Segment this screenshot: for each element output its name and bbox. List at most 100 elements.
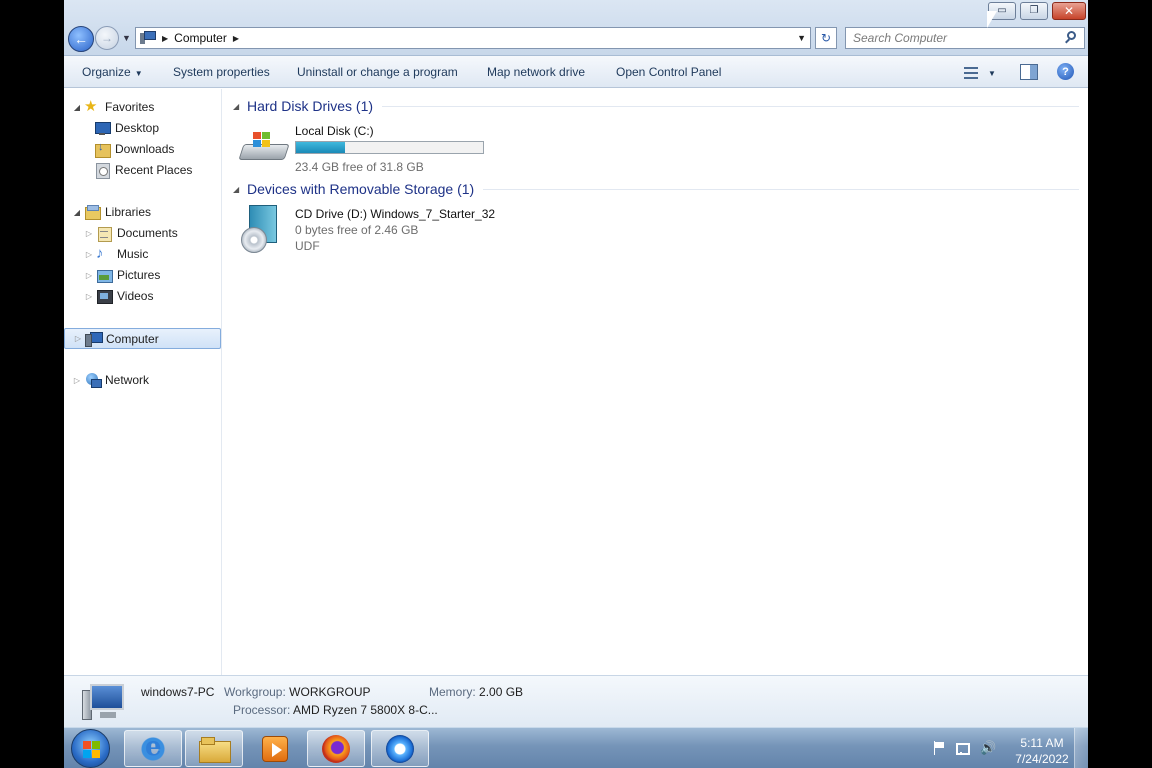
group-header-removable-storage[interactable]: ◢ Devices with Removable Storage (1)	[233, 179, 1079, 199]
documents-icon	[96, 225, 112, 242]
expand-arrow-icon[interactable]: ▷	[84, 271, 94, 280]
nav-favorites[interactable]: ◢ ★ Favorites	[72, 97, 154, 117]
breadcrumb-chevron-icon[interactable]: ▶	[233, 34, 239, 43]
detail-label: Processor:	[233, 703, 291, 717]
expand-arrow-icon[interactable]: ▷	[73, 334, 83, 343]
start-button[interactable]	[71, 729, 110, 768]
search-box[interactable]	[845, 27, 1085, 49]
group-header-hard-disk-drives[interactable]: ◢ Hard Disk Drives (1)	[233, 96, 1079, 116]
group-title: Devices with Removable Storage (1)	[247, 181, 475, 197]
taskbar-thunderbird[interactable]	[371, 730, 429, 767]
taskbar-media-player[interactable]	[246, 730, 304, 767]
clock-time: 5:11 AM	[1020, 736, 1064, 750]
nav-label: Desktop	[115, 121, 160, 135]
breadcrumb-chevron-icon[interactable]: ▶	[162, 34, 168, 43]
navigation-pane: ◢ ★ Favorites Desktop Downloads Recent P…	[64, 89, 222, 675]
expand-arrow-icon[interactable]: ▷	[84, 250, 94, 259]
expand-arrow-icon[interactable]: ▷	[84, 292, 94, 301]
preview-pane-button[interactable]	[1020, 64, 1038, 80]
collapse-arrow-icon[interactable]: ◢	[233, 185, 247, 194]
nav-documents[interactable]: ▷ Documents	[84, 223, 178, 243]
nav-downloads[interactable]: Downloads	[92, 139, 174, 159]
nav-network[interactable]: ▷ Network	[72, 370, 149, 390]
open-control-panel-button[interactable]: Open Control Panel	[616, 65, 721, 79]
change-view-button[interactable]: ▼	[964, 64, 1004, 82]
nav-desktop[interactable]: Desktop	[92, 118, 159, 138]
downloads-icon	[94, 141, 111, 158]
drive-item-cd-drive-d[interactable]: CD Drive (D:) Windows_7_Starter_32 0 byt…	[239, 205, 499, 261]
search-input[interactable]	[846, 29, 1064, 47]
nav-label: Videos	[117, 289, 154, 303]
detail-value: WORKGROUP	[289, 685, 371, 699]
organize-button[interactable]: Organize ▼	[82, 65, 143, 79]
disk-usage-bar	[295, 141, 484, 154]
workgroup-detail: Workgroup: WORKGROUP	[224, 685, 371, 699]
group-divider	[483, 188, 1079, 190]
back-arrow-icon: ←	[74, 31, 88, 47]
star-icon: ★	[84, 98, 98, 115]
nav-music[interactable]: ▷ ♪ Music	[84, 244, 148, 264]
nav-computer[interactable]: ▷ Computer	[64, 328, 221, 349]
videos-icon	[96, 288, 113, 304]
show-desktop-button[interactable]	[1074, 728, 1088, 768]
computer-icon	[85, 331, 103, 347]
collapse-arrow-icon[interactable]: ◢	[233, 102, 247, 111]
chevron-down-icon: ▼	[988, 68, 996, 78]
back-button[interactable]: ←	[68, 26, 94, 52]
drive-filesystem: UDF	[295, 239, 320, 253]
media-player-icon	[262, 735, 288, 762]
forward-button[interactable]: →	[95, 26, 119, 50]
expand-arrow-icon[interactable]: ◢	[72, 208, 82, 217]
drive-free-space: 0 bytes free of 2.46 GB	[295, 223, 419, 237]
nav-recent-places[interactable]: Recent Places	[92, 160, 192, 180]
system-properties-button[interactable]: System properties	[173, 65, 270, 79]
thunderbird-icon	[386, 734, 414, 763]
network-status-icon[interactable]	[956, 741, 970, 755]
disk-usage-fill	[296, 142, 346, 153]
chevron-down-icon: ▼	[134, 69, 143, 78]
firefox-icon	[322, 734, 350, 763]
close-icon: ✕	[1063, 4, 1075, 18]
maximize-button[interactable]: ❐	[1020, 2, 1048, 20]
views-icon	[964, 66, 980, 80]
search-icon[interactable]	[1064, 30, 1080, 46]
action-center-flag-icon[interactable]	[932, 741, 946, 755]
expand-arrow-icon[interactable]: ▷	[84, 229, 94, 238]
nav-label: Pictures	[117, 268, 161, 282]
windows-logo-icon	[83, 741, 91, 749]
cd-drive-icon	[241, 205, 285, 255]
nav-pictures[interactable]: ▷ Pictures	[84, 265, 160, 285]
maximize-icon: ❐	[1029, 5, 1039, 16]
desktop-icon	[94, 120, 111, 136]
nav-videos[interactable]: ▷ Videos	[84, 286, 153, 306]
close-button[interactable]: ✕	[1052, 2, 1086, 20]
clock-date: 7/24/2022	[1015, 752, 1069, 766]
drive-item-local-disk-c[interactable]: Local Disk (C:) 23.4 GB free of 31.8 GB	[238, 122, 499, 178]
computer-icon	[140, 31, 156, 45]
expand-arrow-icon[interactable]: ▷	[72, 376, 82, 385]
detail-value: AMD Ryzen 7 5800X 8-C...	[293, 703, 438, 717]
system-tray: 🔊 5:11 AM 7/24/2022	[928, 735, 1078, 766]
drive-name: Local Disk (C:)	[295, 124, 374, 138]
internet-explorer-icon	[140, 732, 166, 762]
address-dropdown-icon[interactable]: ▼	[797, 33, 806, 43]
nav-label: Music	[117, 247, 149, 261]
recent-pages-dropdown[interactable]: ▼	[122, 33, 131, 43]
taskbar-firefox[interactable]	[307, 730, 365, 767]
map-network-drive-button[interactable]: Map network drive	[487, 65, 585, 79]
help-icon: ?	[1062, 65, 1069, 78]
address-bar[interactable]: ▶ Computer ▶ ▼	[135, 27, 811, 49]
taskbar-internet-explorer[interactable]	[124, 730, 182, 767]
help-button[interactable]: ?	[1057, 63, 1074, 80]
taskbar-windows-explorer[interactable]	[185, 730, 243, 767]
nav-label: Downloads	[115, 142, 175, 156]
clock[interactable]: 5:11 AM 7/24/2022	[1006, 735, 1078, 767]
breadcrumb-computer[interactable]: Computer	[174, 31, 227, 45]
hard-disk-icon	[238, 128, 291, 168]
nav-libraries[interactable]: ◢ Libraries	[72, 202, 151, 222]
volume-icon[interactable]: 🔊	[980, 741, 996, 755]
drive-name: CD Drive (D:) Windows_7_Starter_32	[295, 207, 496, 221]
uninstall-program-button[interactable]: Uninstall or change a program	[297, 65, 458, 79]
refresh-button[interactable]: ↻	[815, 27, 837, 49]
expand-arrow-icon[interactable]: ◢	[72, 103, 82, 112]
